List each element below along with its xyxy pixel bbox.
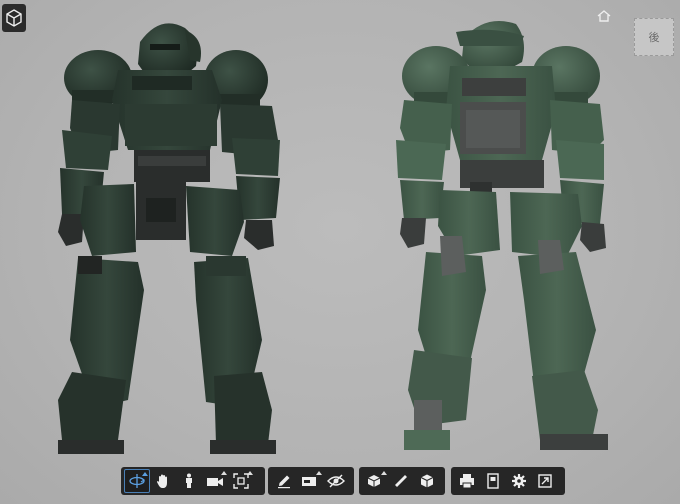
submenu-indicator <box>221 471 227 475</box>
toolbar-markup <box>268 467 354 495</box>
document-browser-button[interactable] <box>480 469 506 493</box>
box-icon <box>6 9 22 27</box>
visibility-tool-button[interactable] <box>323 469 349 493</box>
pan-icon <box>157 474 167 488</box>
robot-back-view <box>396 21 608 450</box>
cube-parts-icon <box>420 474 434 488</box>
submenu-indicator <box>142 472 148 476</box>
print-button[interactable] <box>454 469 480 493</box>
camera-icon <box>207 478 223 486</box>
toolbar-settings <box>451 467 565 495</box>
fullscreen-button[interactable] <box>532 469 558 493</box>
pencil-icon <box>278 475 290 489</box>
model-browser-button[interactable] <box>2 4 26 32</box>
home-view-button[interactable] <box>597 7 611 22</box>
orbit-tool-button[interactable] <box>124 469 150 493</box>
view-cube[interactable]: 後 <box>634 18 674 56</box>
fullscreen-icon <box>538 474 552 488</box>
measure-section-icon <box>302 477 316 486</box>
walk-person-icon <box>186 473 192 488</box>
toolbar-model <box>359 467 445 495</box>
document-icon <box>487 473 499 489</box>
markup-tool-button[interactable] <box>271 469 297 493</box>
explode-tool-button[interactable] <box>362 469 388 493</box>
fit-view-icon <box>233 473 249 489</box>
ruler-icon <box>395 475 407 487</box>
submenu-indicator <box>316 471 322 475</box>
home-icon <box>597 10 611 22</box>
model-parts-button[interactable] <box>414 469 440 493</box>
toolbar-navigation <box>121 467 265 495</box>
camera-tool-button[interactable] <box>202 469 228 493</box>
3d-viewport[interactable]: 後 <box>0 0 680 504</box>
submenu-indicator <box>247 471 253 475</box>
explode-cube-icon <box>367 475 381 487</box>
gear-icon <box>512 474 526 488</box>
submenu-indicator <box>381 471 387 475</box>
settings-button[interactable] <box>506 469 532 493</box>
section-tool-button[interactable] <box>297 469 323 493</box>
view-cube-face-label: 後 <box>648 31 660 44</box>
robot-front-view <box>58 23 280 454</box>
print-icon <box>460 474 474 489</box>
fit-view-tool-button[interactable] <box>228 469 254 493</box>
measure-tool-button[interactable] <box>388 469 414 493</box>
pan-tool-button[interactable] <box>150 469 176 493</box>
walk-tool-button[interactable] <box>176 469 202 493</box>
visibility-eye-icon <box>327 474 345 488</box>
robot-model-render[interactable] <box>0 0 680 504</box>
